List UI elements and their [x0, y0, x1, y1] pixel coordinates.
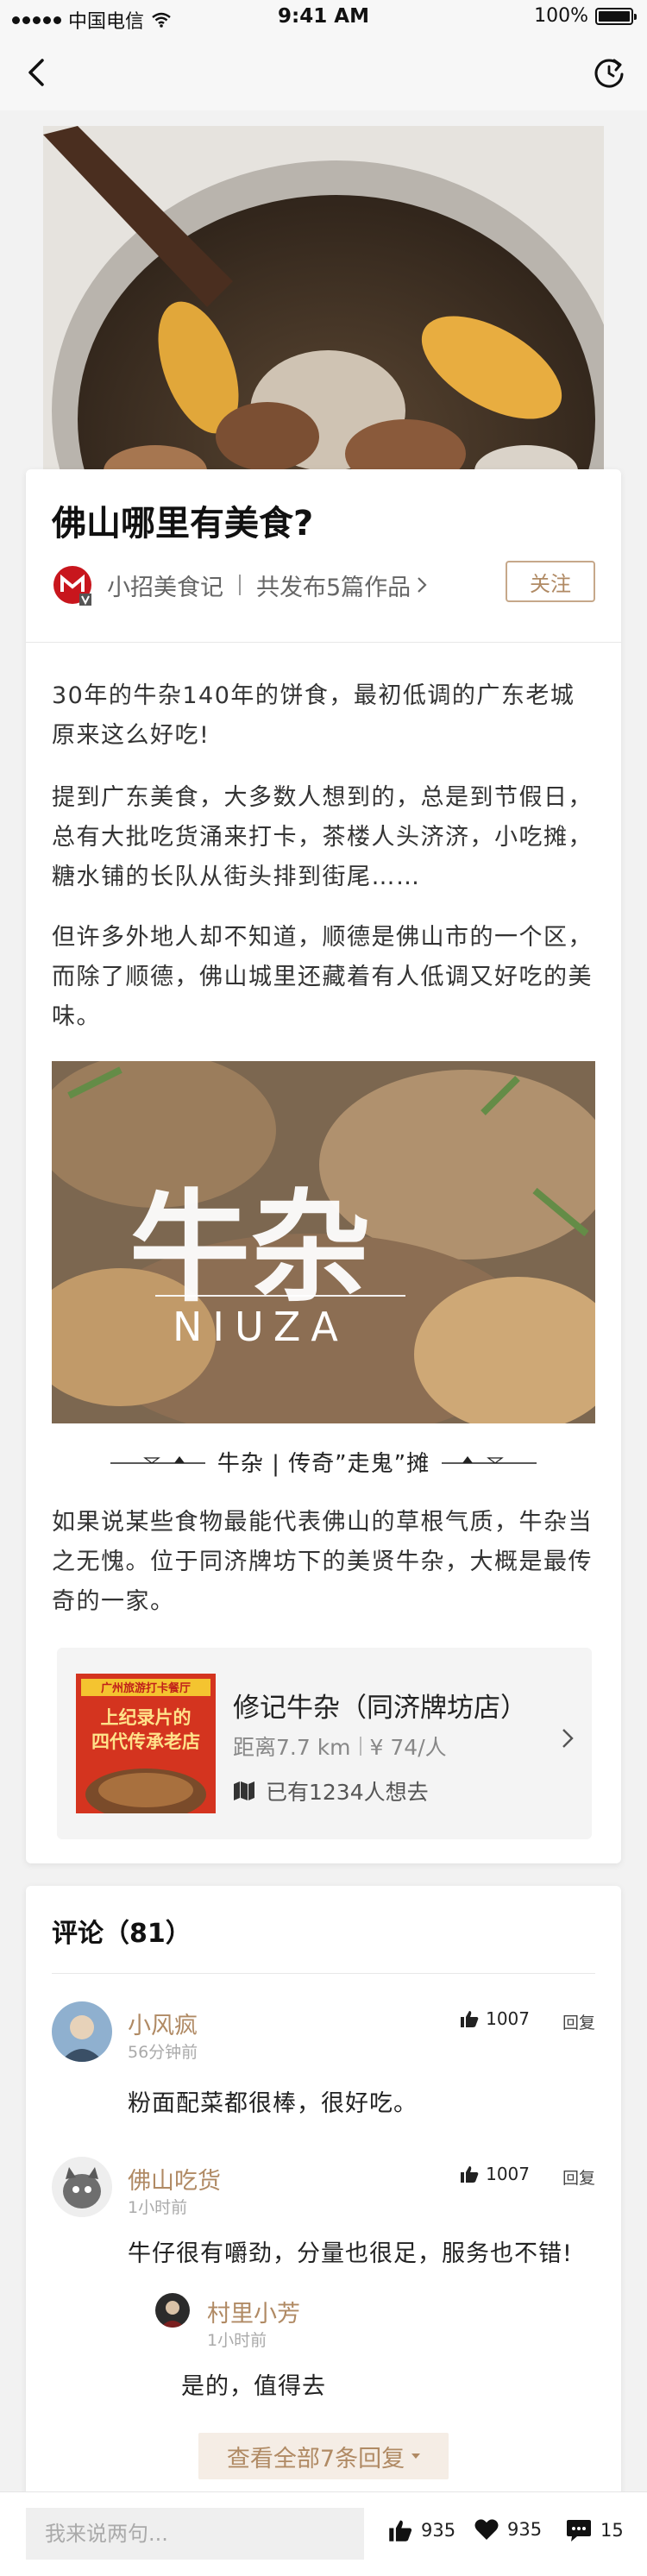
shop-price: ¥ 74/人 — [369, 1735, 447, 1760]
like-count: 1007 — [486, 2164, 530, 2184]
comment-count: 15 — [600, 2520, 624, 2541]
author-name[interactable]: 小招美食记 — [107, 569, 223, 602]
works-count[interactable]: 共发布5篇作品 — [256, 569, 411, 602]
chevron-right-icon — [418, 577, 427, 593]
article-paragraph: 但许多外地人却不知道，顺德是佛山市的一个区，而除了顺德，佛山城里还藏着有人低调又… — [52, 924, 593, 1030]
shop-want: 已有1234人想去 — [233, 1775, 429, 1806]
like-button[interactable]: 935 — [388, 2518, 455, 2542]
heart-icon — [474, 2519, 499, 2540]
author-avatar[interactable] — [52, 564, 93, 606]
author-row[interactable]: 小招美食记 共发布5篇作品 关注 — [52, 561, 595, 609]
battery-fill — [599, 10, 630, 22]
article-paragraph: 提到广东美食，大多数人想到的，总是到节假日，总有大批吃货涌来打卡，茶楼人头济济，… — [52, 784, 593, 890]
shop-thumbnail: 广州旅游打卡餐厅 上纪录片的 四代传承老店 — [76, 1674, 216, 1813]
article-card: 佛山哪里有美食? 小招美食记 共发布5篇作品 关注 30年的牛杂140年的饼食，… — [26, 469, 621, 1863]
thumb-up-icon — [389, 2520, 412, 2541]
refresh-button[interactable] — [590, 53, 628, 91]
reply-button[interactable]: 回复 — [562, 2165, 595, 2189]
reply-time: 1小时前 — [207, 2331, 267, 2350]
comment-time: 56分钟前 — [128, 2043, 198, 2062]
niuza-image: 牛杂 NIUZA — [52, 1061, 595, 1423]
nav-bar — [0, 35, 647, 110]
shop-want-text: 已有1234人想去 — [266, 1780, 429, 1805]
niuza-subtitle: NIUZA — [173, 1304, 349, 1350]
thumb-line2: 四代传承老店 — [91, 1731, 200, 1752]
article-paragraph: 30年的牛杂140年的饼食，最初低调的广东老城原来这么好吃! — [52, 682, 575, 749]
shop-meta: 距离7.7 km ¥ 74/人 — [233, 1731, 447, 1762]
hero-image — [43, 126, 604, 488]
like-button[interactable]: 1007 — [460, 2164, 530, 2184]
shop-distance: 距离7.7 km — [233, 1735, 351, 1760]
view-all-label: 查看全部7条回复 — [226, 2445, 405, 2472]
bottom-bar: 935 935 15 — [0, 2491, 647, 2576]
comment-author[interactable]: 佛山吃货 — [128, 2162, 221, 2196]
reply-button[interactable]: 回复 — [562, 2010, 595, 2033]
comment-author[interactable]: 小风疯 — [128, 2007, 198, 2040]
back-icon — [28, 59, 44, 86]
shop-name[interactable]: 修记牛杂（同济牌坊店） — [233, 1686, 527, 1725]
caption-text: 牛杂 | 传奇”走鬼”摊 — [217, 1450, 430, 1477]
thumb-up-icon — [461, 2011, 479, 2027]
chevron-right-icon — [562, 1729, 574, 1748]
favorite-count: 935 — [507, 2519, 543, 2540]
thumb-line1: 上纪录片的 — [101, 1707, 192, 1728]
comments-card: 评论（81） 小风疯 56分钟前 1007 回复 粉面配菜都很棒，很好吃。 佛山… — [26, 1886, 621, 2541]
article-paragraph: 如果说某些食物最能代表佛山的草根气质，牛杂当之无愧。位于同济牌坊下的美贤牛杂，大… — [52, 1509, 593, 1615]
comment-icon — [567, 2520, 591, 2541]
card-divider — [26, 642, 621, 643]
image-caption: 牛杂 | 传奇”走鬼”摊 — [52, 1444, 595, 1479]
thumb-up-icon — [461, 2166, 479, 2183]
refresh-icon — [594, 59, 624, 88]
comment-input[interactable] — [26, 2508, 364, 2560]
comment-time: 1小时前 — [128, 2198, 188, 2217]
like-count: 1007 — [486, 2008, 530, 2029]
caret-down-icon — [411, 2453, 421, 2459]
battery-icon — [595, 7, 637, 25]
article-title: 佛山哪里有美食? — [52, 504, 314, 543]
back-button[interactable] — [19, 53, 57, 91]
view-all-replies-button[interactable]: 查看全部7条回复 — [198, 2433, 449, 2479]
caption-ornament-right — [442, 1456, 537, 1464]
avatar[interactable] — [52, 2001, 112, 2062]
reply-text: 是的，值得去 — [181, 2373, 326, 2400]
reply-author[interactable]: 村里小芳 — [207, 2295, 300, 2328]
map-icon — [234, 1781, 254, 1800]
comments-divider — [52, 1973, 595, 1974]
status-bar: 中国电信 9:41 AM 100% — [0, 0, 647, 35]
favorite-button[interactable]: 935 — [474, 2518, 542, 2541]
like-count: 935 — [421, 2520, 456, 2541]
status-right: 100% — [534, 5, 637, 27]
niuza-title: 牛杂 — [129, 1178, 371, 1319]
battery-percent: 100% — [534, 5, 588, 27]
like-button[interactable]: 1007 — [460, 2008, 530, 2029]
comment-item: 小风疯 56分钟前 1007 回复 粉面配菜都很棒，很好吃。 — [52, 2001, 595, 2131]
comment-text: 牛仔很有嚼劲，分量也很足，服务也不错! — [128, 2240, 573, 2267]
shop-card[interactable]: 广州旅游打卡餐厅 上纪录片的 四代传承老店 修记牛杂（同济牌坊店） 距离7.7 … — [57, 1648, 592, 1839]
avatar[interactable] — [52, 2157, 112, 2217]
thumb-banner: 广州旅游打卡餐厅 — [101, 1681, 191, 1695]
comment-text: 粉面配菜都很棒，很好吃。 — [128, 2090, 418, 2117]
shop-meta-divider — [359, 1737, 361, 1756]
reply-avatar[interactable] — [155, 2293, 190, 2328]
caption-ornament-left — [110, 1456, 205, 1464]
author-divider — [239, 575, 241, 595]
follow-button[interactable]: 关注 — [506, 561, 595, 602]
comment-item: 佛山吃货 1小时前 1007 回复 牛仔很有嚼劲，分量也很足，服务也不错! 村里… — [52, 2157, 595, 2416]
comments-title: 评论（81） — [52, 1919, 192, 1949]
comment-button[interactable]: 15 — [566, 2518, 624, 2542]
